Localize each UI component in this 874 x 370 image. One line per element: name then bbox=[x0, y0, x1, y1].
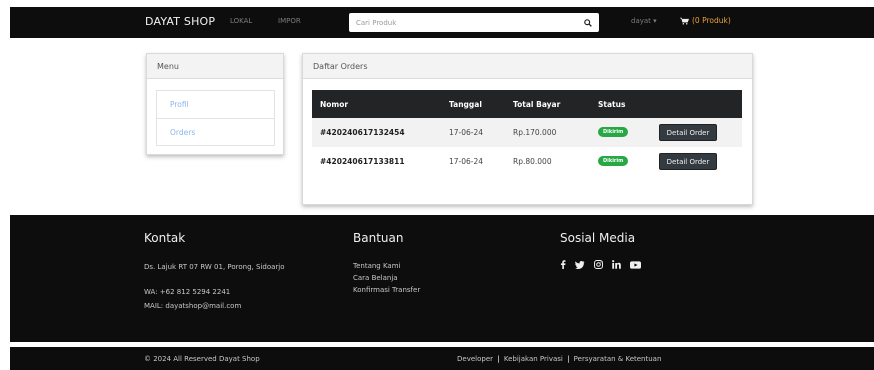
social-icons bbox=[560, 260, 641, 269]
search-icon bbox=[584, 18, 592, 27]
brand-logo[interactable]: DAYAT SHOP bbox=[145, 15, 215, 28]
footer-bantuan-title: Bantuan bbox=[353, 231, 404, 245]
order-number: #420240617132454 bbox=[320, 128, 405, 137]
search-input[interactable] bbox=[349, 13, 575, 32]
menu-item-orders[interactable]: Orders bbox=[157, 118, 274, 145]
column-header-total: Total Bayar bbox=[513, 100, 561, 109]
caret-down-icon: ▾ bbox=[653, 17, 657, 25]
menu-card: Menu Profil Orders bbox=[146, 53, 284, 155]
twitter-icon[interactable] bbox=[575, 260, 585, 269]
menu-card-title: Menu bbox=[147, 54, 283, 79]
order-total: Rp.170.000 bbox=[513, 128, 557, 137]
bottom-links: Developer | Kebijakan Privasi | Persyara… bbox=[457, 355, 661, 363]
page: DAYAT SHOP LOKAL IMPOR dayat ▾ (0 Produk… bbox=[0, 0, 874, 370]
footer: Kontak Ds. Lajuk RT 07 RW 01, Porong, Si… bbox=[10, 215, 874, 342]
user-dropdown[interactable]: dayat ▾ bbox=[631, 17, 657, 25]
menu-list: Profil Orders bbox=[156, 90, 275, 146]
detail-order-button[interactable]: Detail Order bbox=[659, 153, 717, 170]
table-row: #420240617133811 17-06-24 Rp.80.000 Diki… bbox=[312, 147, 742, 176]
search-bar bbox=[349, 13, 599, 32]
footer-link-cara-belanja[interactable]: Cara Belanja bbox=[353, 274, 398, 282]
table-header: Nomor Tanggal Total Bayar Status bbox=[312, 90, 742, 118]
separator: | bbox=[497, 355, 500, 363]
facebook-icon[interactable] bbox=[560, 260, 566, 269]
orders-card: Daftar Orders Nomor Tanggal Total Bayar … bbox=[302, 53, 753, 205]
copyright-text: © 2024 All Reserved Dayat Shop bbox=[144, 355, 260, 363]
footer-link-tentang-kami[interactable]: Tentang Kami bbox=[353, 262, 401, 270]
link-persyaratan-ketentuan[interactable]: Persyaratan & Ketentuan bbox=[574, 355, 662, 363]
cart-count: (0 Produk) bbox=[692, 16, 731, 25]
separator: | bbox=[567, 355, 570, 363]
footer-sosial-title: Sosial Media bbox=[560, 231, 636, 245]
order-date: 17-06-24 bbox=[449, 128, 484, 137]
footer-wa: WA: +62 812 5294 2241 bbox=[144, 288, 231, 296]
instagram-icon[interactable] bbox=[594, 260, 603, 269]
order-date: 17-06-24 bbox=[449, 157, 484, 166]
nav-link-lokal[interactable]: LOKAL bbox=[230, 17, 252, 25]
footer-address: Ds. Lajuk RT 07 RW 01, Porong, Sidoarjo bbox=[144, 263, 285, 271]
column-header-nomor: Nomor bbox=[320, 100, 349, 109]
linkedin-icon[interactable] bbox=[612, 260, 621, 269]
footer-mail: MAIL: dayatshop@mail.com bbox=[144, 302, 242, 310]
top-navbar: DAYAT SHOP LOKAL IMPOR dayat ▾ (0 Produk… bbox=[10, 7, 874, 38]
footer-kontak-title: Kontak bbox=[144, 231, 186, 245]
search-button[interactable] bbox=[577, 13, 599, 32]
menu-item-profil[interactable]: Profil bbox=[157, 91, 274, 118]
link-developer[interactable]: Developer bbox=[457, 355, 493, 363]
youtube-icon[interactable] bbox=[630, 260, 641, 269]
column-header-tanggal: Tanggal bbox=[449, 100, 482, 109]
order-number: #420240617133811 bbox=[320, 157, 405, 166]
cart-icon bbox=[680, 17, 689, 24]
status-badge: Dikirim bbox=[598, 156, 629, 166]
column-header-status: Status bbox=[598, 100, 626, 109]
nav-link-impor[interactable]: IMPOR bbox=[278, 17, 301, 25]
footer-link-konfirmasi-transfer[interactable]: Konfirmasi Transfer bbox=[353, 286, 420, 294]
table-row: #420240617132454 17-06-24 Rp.170.000 Dik… bbox=[312, 118, 742, 147]
orders-table: Nomor Tanggal Total Bayar Status #420240… bbox=[312, 90, 742, 176]
detail-order-button[interactable]: Detail Order bbox=[659, 124, 717, 141]
order-total: Rp.80.000 bbox=[513, 157, 552, 166]
cart-link[interactable]: (0 Produk) bbox=[680, 16, 731, 25]
bottom-bar: © 2024 All Reserved Dayat Shop Developer… bbox=[10, 347, 874, 370]
status-badge: Dikirim bbox=[598, 127, 629, 137]
user-name: dayat bbox=[631, 17, 651, 25]
link-kebijakan-privasi[interactable]: Kebijakan Privasi bbox=[504, 355, 563, 363]
orders-card-title: Daftar Orders bbox=[303, 54, 752, 79]
